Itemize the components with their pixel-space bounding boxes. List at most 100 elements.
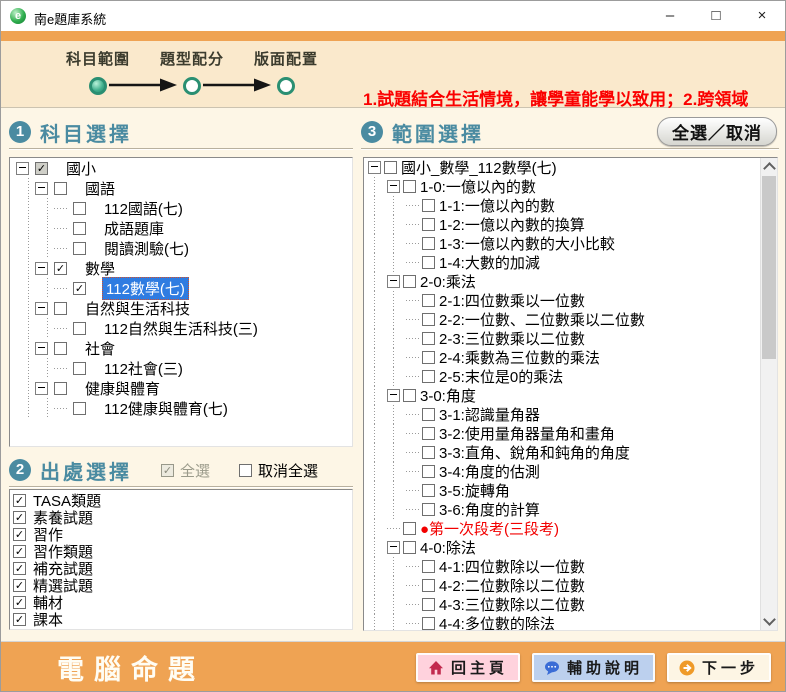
checkbox[interactable]	[73, 322, 86, 335]
checkbox[interactable]	[403, 180, 416, 193]
tree-item-label[interactable]: 2-1:四位數乘以一位數	[437, 290, 587, 311]
tree-item-label[interactable]: 1-3:一億以內數的大小比較	[437, 233, 617, 254]
tree-expander-icon[interactable]	[35, 382, 48, 395]
tree-item[interactable]: 自然與生活科技	[10, 298, 352, 318]
tree-item[interactable]: 1-2:一億以內數的換算	[364, 215, 760, 234]
checkbox[interactable]	[422, 237, 435, 250]
checkbox[interactable]	[54, 302, 67, 315]
tree-item-label[interactable]: 4-2:二位數除以二位數	[437, 575, 587, 596]
tree-item-label[interactable]: 1-2:一億以內數的換算	[437, 214, 587, 235]
tree-expander-icon[interactable]	[35, 182, 48, 195]
tree-item[interactable]: 國語	[10, 178, 352, 198]
tree-item[interactable]: 1-4:大數的加減	[364, 253, 760, 272]
tree-item-label[interactable]: 2-2:一位數、二位數乘以二位數	[437, 309, 647, 330]
tree-item[interactable]: 1-0:一億以內的數	[364, 177, 760, 196]
tree-item[interactable]: 2-5:末位是0的乘法	[364, 367, 760, 386]
checkbox[interactable]	[422, 617, 435, 630]
tree-item[interactable]: 2-0:乘法	[364, 272, 760, 291]
select-toggle-button[interactable]: 全選／取消	[657, 117, 777, 146]
tree-item-label[interactable]: 4-4:多位數的除法	[437, 613, 557, 630]
checkbox[interactable]	[73, 282, 86, 295]
checkbox[interactable]	[73, 242, 86, 255]
checkbox[interactable]	[13, 494, 26, 507]
deselect-all-checkbox[interactable]	[239, 464, 252, 477]
checkbox[interactable]	[73, 402, 86, 415]
tree-item[interactable]: 1-3:一億以內數的大小比較	[364, 234, 760, 253]
tree-item[interactable]: 閱讀測驗(七)	[10, 238, 352, 258]
tree-item[interactable]: 國小_數學_112數學(七)	[364, 158, 760, 177]
tree-item[interactable]: 2-1:四位數乘以一位數	[364, 291, 760, 310]
tree-expander-icon[interactable]	[387, 180, 400, 193]
tree-item[interactable]: 3-6:角度的計算	[364, 500, 760, 519]
checkbox[interactable]	[422, 465, 435, 478]
tree-item-label[interactable]: 1-0:一億以內的數	[418, 176, 538, 197]
checkbox[interactable]	[422, 484, 435, 497]
checkbox[interactable]	[384, 161, 397, 174]
scrollbar-down-button[interactable]	[761, 613, 777, 630]
checkbox[interactable]	[403, 389, 416, 402]
tree-item[interactable]: 112健康與體育(七)	[10, 398, 352, 418]
maximize-button[interactable]: □	[693, 1, 739, 31]
checkbox[interactable]	[13, 613, 26, 626]
checkbox[interactable]	[422, 218, 435, 231]
checkbox[interactable]	[403, 541, 416, 554]
tree-expander-icon[interactable]	[387, 541, 400, 554]
tree-item-label[interactable]: 3-1:認識量角器	[437, 404, 542, 425]
tree-item[interactable]: 4-3:三位數除以二位數	[364, 595, 760, 614]
tree-item-label[interactable]: 112國語(七)	[102, 198, 185, 219]
checkbox[interactable]	[422, 446, 435, 459]
tree-item-label[interactable]: 國小	[64, 158, 98, 179]
checkbox[interactable]	[35, 162, 48, 175]
tree-item-label[interactable]: 4-0:除法	[418, 537, 478, 558]
tree-expander-icon[interactable]	[368, 161, 381, 174]
tree-item-label[interactable]: 112社會(三)	[102, 358, 185, 379]
select-all-checkbox[interactable]	[161, 464, 174, 477]
checkbox[interactable]	[54, 382, 67, 395]
tree-item-label[interactable]: 3-3:直角、銳角和鈍角的角度	[437, 442, 632, 463]
checkbox[interactable]	[13, 511, 26, 524]
tree-item[interactable]: 3-1:認識量角器	[364, 405, 760, 424]
tree-item-label[interactable]: 國語	[83, 178, 117, 199]
checkbox[interactable]	[422, 579, 435, 592]
tree-item[interactable]: 3-3:直角、銳角和鈍角的角度	[364, 443, 760, 462]
home-button[interactable]: 回主頁	[416, 653, 520, 682]
tree-item[interactable]: 2-3:三位數乘以二位數	[364, 329, 760, 348]
tree-item[interactable]: 4-4:多位數的除法	[364, 614, 760, 630]
tree-item-label[interactable]: 健康與體育	[83, 378, 162, 399]
tree-item-label[interactable]: 3-0:角度	[418, 385, 478, 406]
tree-item[interactable]: 4-1:四位數除以一位數	[364, 557, 760, 576]
tree-item-label[interactable]: 112健康與體育(七)	[102, 398, 230, 419]
select-all-label[interactable]: 全選	[180, 460, 210, 481]
close-button[interactable]: ×	[739, 1, 785, 31]
tree-item[interactable]: 2-2:一位數、二位數乘以二位數	[364, 310, 760, 329]
minimize-button[interactable]: –	[647, 1, 693, 31]
tree-expander-icon[interactable]	[16, 162, 29, 175]
checkbox[interactable]	[13, 579, 26, 592]
tree-item-label[interactable]: 112自然與生活科技(三)	[102, 318, 260, 339]
tree-item-label[interactable]: 1-1:一億以內的數	[437, 195, 557, 216]
tree-item[interactable]: 3-4:角度的估測	[364, 462, 760, 481]
next-step-button[interactable]: 下一步	[667, 653, 771, 682]
scrollbar-thumb[interactable]	[762, 176, 776, 359]
tree-item-label[interactable]: 1-4:大數的加減	[437, 252, 542, 273]
checkbox[interactable]	[422, 598, 435, 611]
checkbox[interactable]	[422, 294, 435, 307]
checkbox[interactable]	[13, 545, 26, 558]
tree-item-label[interactable]: 數學	[83, 258, 117, 279]
tree-item[interactable]: 3-0:角度	[364, 386, 760, 405]
checkbox[interactable]	[73, 362, 86, 375]
checkbox[interactable]	[13, 562, 26, 575]
checkbox[interactable]	[13, 528, 26, 541]
tree-item[interactable]: 社會	[10, 338, 352, 358]
checkbox[interactable]	[403, 522, 416, 535]
checkbox[interactable]	[73, 222, 86, 235]
help-button[interactable]: 輔助說明	[532, 653, 655, 682]
list-item[interactable]: 課本	[10, 611, 352, 628]
tree-item[interactable]: 112國語(七)	[10, 198, 352, 218]
tree-item-label[interactable]: 國小_數學_112數學(七)	[399, 158, 559, 178]
tree-item[interactable]: 3-2:使用量角器量角和畫角	[364, 424, 760, 443]
tree-item[interactable]: 3-5:旋轉角	[364, 481, 760, 500]
checkbox[interactable]	[422, 503, 435, 516]
checkbox[interactable]	[422, 427, 435, 440]
tree-item-label[interactable]: 社會	[83, 338, 117, 359]
